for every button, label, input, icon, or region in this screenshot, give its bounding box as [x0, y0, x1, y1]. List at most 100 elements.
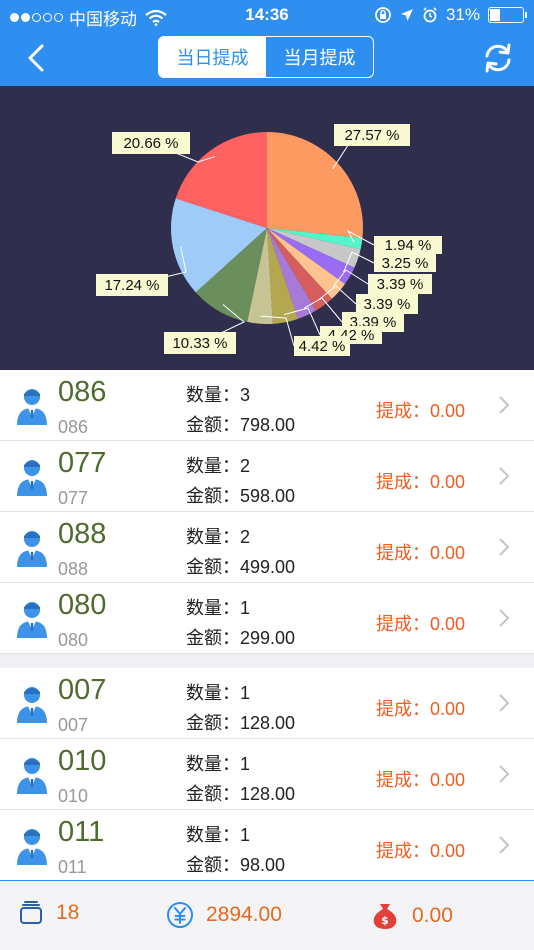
status-right: 31%: [374, 5, 527, 25]
employee-subcode: 086: [58, 417, 89, 437]
quantity-value: 1: [240, 598, 251, 618]
commission-text: 提成：0.00: [376, 837, 465, 863]
commission-value: 0.00: [430, 543, 466, 563]
list-item[interactable]: 007 007 数量：1 金额：128.00 提成：0.00: [0, 668, 534, 739]
employee-code: 007: [58, 674, 107, 706]
amount-value: 598.00: [240, 486, 296, 506]
location-icon: [400, 9, 413, 21]
employee-subcode: 007: [58, 715, 89, 735]
quantity-label: 数量：: [186, 598, 240, 618]
commission-label: 提成：: [376, 699, 430, 719]
amount-text: 金额：128.00: [186, 709, 295, 735]
employee-avatar-icon: [14, 458, 50, 496]
commission-value: 0.00: [430, 614, 466, 634]
employee-code: 080: [58, 589, 107, 621]
employee-subcode: 011: [58, 857, 87, 877]
list-item[interactable]: 080 080 数量：1 金额：299.00 提成：0.00: [0, 583, 534, 654]
amount-value: 128.00: [240, 784, 296, 804]
chevron-right-icon: [498, 835, 510, 855]
quantity-text: 数量：2: [186, 452, 250, 478]
nav-bar: 当日提成 当月提成: [0, 30, 534, 86]
amount-label: 金额：: [186, 557, 240, 577]
chevron-right-icon: [498, 764, 510, 784]
pie-data-label: 20.66 %: [123, 135, 178, 152]
rotation-lock-icon: [375, 7, 391, 23]
employee-avatar-icon: [14, 685, 50, 723]
amount-label: 金额：: [186, 415, 240, 435]
list-item[interactable]: 086 086 数量：3 金额：798.00 提成：0.00: [0, 370, 534, 441]
amount-label: 金额：: [186, 855, 240, 875]
quantity-label: 数量：: [186, 683, 240, 703]
footer-total-value: 2894.00: [206, 903, 282, 926]
employee-avatar-icon: [14, 387, 50, 425]
commission-label: 提成：: [376, 472, 430, 492]
footer-count-value: 18: [56, 901, 80, 924]
employee-avatar-icon: [14, 600, 50, 638]
employee-avatar-icon: [14, 827, 50, 865]
pie-svg: 27.57 %1.94 %3.25 %3.39 %3.39 %3.39 %4.4…: [96, 124, 442, 356]
period-segmented-control: 当日提成 当月提成: [158, 36, 374, 78]
tab-monthly-commission[interactable]: 当月提成: [266, 37, 373, 77]
money-bag-icon: $: [373, 904, 397, 929]
employee-avatar-icon: [14, 756, 50, 794]
quantity-label: 数量：: [186, 385, 240, 405]
commission-label: 提成：: [376, 401, 430, 421]
employee-subcode: 077: [58, 488, 89, 508]
chevron-left-icon[interactable]: [22, 40, 52, 76]
stack-icon: [20, 901, 42, 924]
commission-text: 提成：0.00: [376, 397, 465, 423]
amount-text: 金额：499.00: [186, 553, 295, 579]
list-item[interactable]: 011 011 数量：1 金额：98.00 提成：0.00: [0, 810, 534, 881]
employee-code: 010: [58, 745, 107, 777]
quantity-text: 数量：2: [186, 523, 250, 549]
quantity-value: 1: [240, 754, 251, 774]
commission-label: 提成：: [376, 770, 430, 790]
pie-data-label: 3.39 %: [364, 296, 411, 313]
list-item[interactable]: 077 077 数量：2 金额：598.00 提成：0.00: [0, 441, 534, 512]
alarm-icon: [423, 7, 437, 23]
refresh-icon[interactable]: [482, 42, 514, 74]
employee-subcode: 088: [58, 559, 89, 579]
amount-label: 金额：: [186, 486, 240, 506]
quantity-value: 1: [240, 825, 251, 845]
amount-value: 299.00: [240, 628, 296, 648]
employee-subcode: 010: [58, 786, 89, 806]
commission-value: 0.00: [430, 472, 466, 492]
chevron-right-icon: [498, 537, 510, 557]
amount-value: 98.00: [240, 855, 286, 875]
amount-text: 金额：128.00: [186, 780, 295, 806]
amount-label: 金额：: [186, 713, 240, 733]
tab-daily-commission[interactable]: 当日提成: [159, 37, 266, 77]
summary-footer: 18 2894.00 $ 0.00: [0, 880, 534, 950]
quantity-value: 1: [240, 683, 251, 703]
employee-code: 088: [58, 518, 107, 550]
commission-value: 0.00: [430, 401, 466, 421]
pie-data-label: 10.33 %: [172, 335, 227, 352]
amount-value: 499.00: [240, 557, 296, 577]
list-item[interactable]: 088 088 数量：2 金额：499.00 提成：0.00: [0, 512, 534, 583]
amount-value: 128.00: [240, 713, 296, 733]
pie-data-label: 4.42 %: [299, 338, 346, 355]
quantity-value: 2: [240, 456, 251, 476]
list-section-gap: [0, 654, 534, 668]
list-item[interactable]: 010 010 数量：1 金额：128.00 提成：0.00: [0, 739, 534, 810]
battery-percent: 31%: [445, 5, 480, 24]
footer-count: 18: [18, 901, 79, 925]
employee-code: 077: [58, 447, 107, 479]
employee-code: 086: [58, 376, 107, 408]
svg-text:$: $: [381, 914, 389, 927]
quantity-text: 数量：3: [186, 381, 250, 407]
pie-data-label: 3.25 %: [382, 255, 429, 272]
yen-icon: [167, 902, 193, 928]
footer-commission: $ 0.00: [370, 901, 453, 931]
quantity-value: 2: [240, 527, 251, 547]
commission-pie-chart: 27.57 % 1.94 % 3.25 % 3.39 % 3.39 % 3.39 % 4.4…: [0, 86, 534, 370]
commission-value: 0.00: [430, 770, 466, 790]
commission-label: 提成：: [376, 543, 430, 563]
quantity-label: 数量：: [186, 456, 240, 476]
quantity-label: 数量：: [186, 825, 240, 845]
commission-label: 提成：: [376, 614, 430, 634]
employee-subcode: 080: [58, 630, 89, 650]
quantity-text: 数量：1: [186, 821, 250, 847]
amount-label: 金额：: [186, 628, 240, 648]
